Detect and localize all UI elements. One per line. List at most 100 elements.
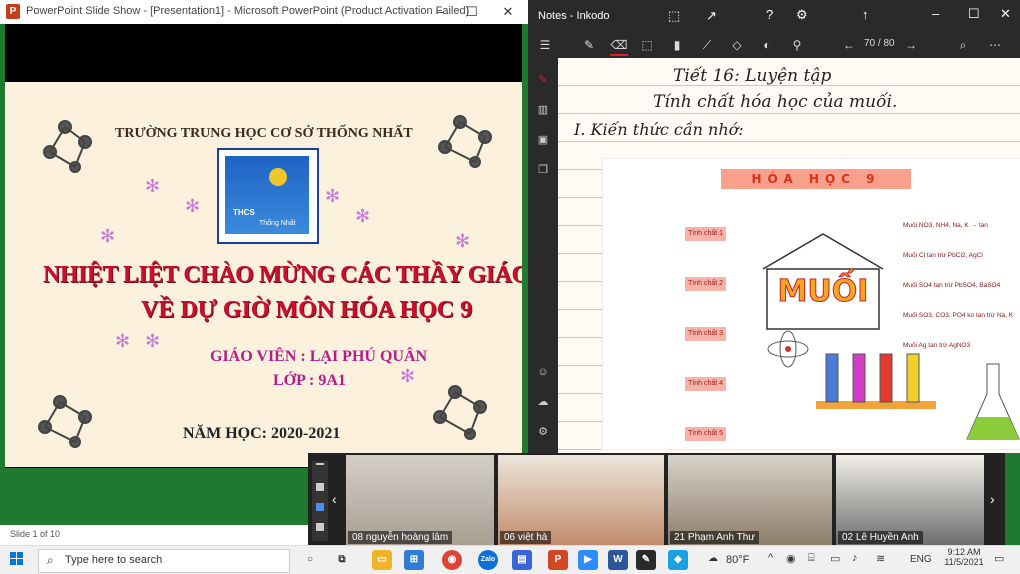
notifications-icon[interactable]: ▭ [994,552,1004,565]
wifi-icon[interactable]: ≋ [876,552,885,565]
note-page[interactable]: Tiết 16: Luyện tập Tính chất hóa học của… [558,58,1020,453]
file-explorer-icon[interactable]: ▭ [372,550,392,570]
minimize-button[interactable]: – [424,0,456,24]
volume-icon[interactable]: ♪ [852,552,858,564]
participant-tile[interactable]: 21 Phạm Anh Thư [668,455,832,546]
tray-app-icon[interactable]: ◉ [786,552,796,565]
app-icon[interactable]: ◆ [668,550,688,570]
slide[interactable]: ✻ ✻ ✻ ✻ ✻ ✻ ✻ ✻ ✻ TRƯỜNG TRUNG HỌC CƠ SỞ THỐNG… [5,82,522,467]
strip-view-icon[interactable] [316,503,324,511]
greeting-line-1: NHIỆT LIỆT CHÀO MỪNG CÁC THẦY GIÁO, CÔ G… [43,262,522,288]
task-view-icon[interactable]: ⧉ [332,550,352,570]
grid-view-icon[interactable] [316,523,324,531]
palette-icon[interactable]: ◐ [758,36,776,54]
inkodo-icon[interactable]: ✎ [636,550,656,570]
greeting-line-2: VỀ DỰ GIỜ MÔN HÓA HỌC 9 [141,297,473,323]
powerpoint-titlebar: P PowerPoint Slide Show - [Presentation1… [0,0,528,24]
minimize-button[interactable]: – [932,6,939,21]
next-page-button[interactable]: › [990,491,995,507]
teams-icon[interactable]: ▤ [512,550,532,570]
participant-tile[interactable]: 06 việt hà [498,455,664,546]
close-button[interactable]: ✕ [1000,6,1011,22]
svg-text:✻: ✻ [400,366,415,386]
window-title: PowerPoint Slide Show - [Presentation1] … [26,5,470,17]
up-arrow-icon[interactable]: ↑ [862,7,869,22]
select-icon[interactable]: ⬚ [638,36,656,54]
cortana-icon[interactable]: ○ [300,550,320,570]
single-view-icon[interactable] [316,483,324,491]
school-name: TRƯỜNG TRUNG HỌC CƠ SỞ THỐNG NHẤT [115,126,413,141]
logo-name: Thống Nhất [259,220,296,227]
participant-name: 08 nguyễn hoàng lâm [348,531,453,544]
participant-tile[interactable]: 08 nguyễn hoàng lâm [346,455,494,546]
previous-page-button[interactable]: ‹ [332,491,337,507]
more-icon[interactable]: ⋯ [986,36,1004,54]
zoom-icon[interactable]: ▶ [578,550,598,570]
inkodo-titlebar: Notes - Inkodo ⬚ ↗ ? ⚙ ↑ – ☐ ✕ [528,0,1020,32]
svg-text:✻: ✻ [115,331,130,351]
language-indicator[interactable]: ENG [910,554,932,565]
eraser-icon[interactable]: ⌫ [610,36,628,56]
window-title: Notes - Inkodo [538,10,610,22]
school-logo: THCS Thống Nhất [217,148,319,244]
class-name: LỚP : 9A1 [273,372,346,389]
svg-text:✻: ✻ [145,176,160,196]
sun-icon [269,168,287,186]
library-icon[interactable]: ▥ [535,102,551,118]
svg-text:✻: ✻ [100,226,115,246]
copy-icon[interactable]: ❐ [535,162,551,178]
svg-text:✻: ✻ [145,331,160,351]
previous-page-button[interactable]: ← [840,36,858,54]
marker-icon[interactable]: ▮ [668,36,686,54]
minimize-strip-icon[interactable] [316,463,324,465]
share-icon[interactable]: ⬚ [668,8,680,24]
temperature: 80°F [726,554,750,566]
clock-date: 11/5/2021 [944,557,984,567]
participant-name: 21 Phạm Anh Thư [670,531,760,544]
powerpoint-icon[interactable]: P [548,550,568,570]
word-icon[interactable]: W [608,550,628,570]
ruler-icon[interactable]: ⟋ [698,36,716,54]
settings-icon[interactable]: ⚙ [796,7,808,23]
cloud-icon[interactable]: ☁ [535,394,551,410]
weather-icon[interactable]: ☁ [708,553,718,564]
settings-icon[interactable]: ⚙ [535,424,551,440]
svg-text:✻: ✻ [355,206,370,226]
chemistry-poster: HÓA HỌC 9 MUỐI Tính chất 1 Tính chất 2 T… [602,158,1020,450]
slide-counter: Slide 1 of 10 [10,529,61,539]
battery-icon[interactable]: ▭ [830,552,840,565]
flask-illustration [966,363,1020,440]
poster-banner: HÓA HỌC 9 [721,169,911,189]
tray-chevron-icon[interactable]: ^ [768,552,773,564]
microphone-icon[interactable]: ⚲ [788,36,806,54]
lasso-icon[interactable]: ◇ [728,36,746,54]
windows-start-icon[interactable] [10,552,24,566]
export-icon[interactable]: ↗ [706,8,717,24]
left-properties-list: Tính chất 1 Tính chất 2 Tính chất 3 Tính… [607,209,747,459]
maximize-button[interactable]: ☐ [456,0,488,24]
network-icon[interactable]: ⌸ [808,552,815,565]
view-switcher [312,461,328,541]
taskbar-search[interactable]: ⌕ Type here to search [38,549,290,573]
help-icon[interactable]: ? [766,7,773,22]
pen-icon[interactable]: ✎ [580,36,598,54]
right-solubility-list: Muối NO3, NH4, Na, K → tan Muối Cl tan t… [903,222,1014,349]
test-tubes-illustration [816,353,936,409]
media-icon[interactable]: ▣ [535,132,551,148]
clock[interactable]: 9:12 AM 11/5/2021 [942,547,986,567]
notebook-icon[interactable]: ✎ [535,72,551,88]
zalo-icon[interactable]: Zalo [478,550,498,570]
feedback-icon[interactable]: ☺ [535,364,551,380]
participant-tile[interactable]: 02 Lê Huyền Anh [836,455,984,546]
maximize-button[interactable]: ☐ [968,6,980,22]
store-icon[interactable]: ⊞ [404,550,424,570]
menu-icon[interactable]: ☰ [536,36,554,54]
next-page-button[interactable]: → [902,36,920,54]
chrome-icon[interactable]: ◉ [442,550,462,570]
school-year: NĂM HỌC: 2020-2021 [183,425,341,442]
clock-time: 9:12 AM [947,547,981,557]
close-button[interactable]: ✕ [492,0,524,24]
taskbar: ⌕ Type here to search ○ ⧉ ▭ ⊞ ◉ Zalo ▤ P… [0,545,1020,574]
svg-text:✻: ✻ [185,196,200,216]
zoom-icon[interactable]: ⌕ [954,36,972,54]
